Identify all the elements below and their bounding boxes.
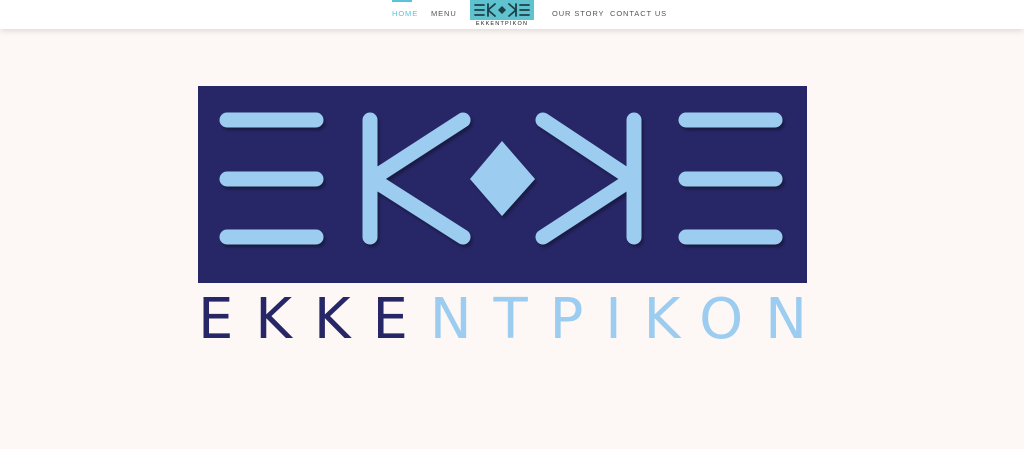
wordmark-dark-part: EKKE [198,294,408,344]
nav-link-menu[interactable]: MENU [431,9,457,18]
nav-logo-wordmark: EKKENTPIKON [475,21,529,27]
nav-link-our-story[interactable]: OUR STORY [552,9,604,18]
nav-link-contact-us[interactable]: CONTACT US [610,9,667,18]
wordmark-light-part: NTPIKON [430,294,807,344]
active-nav-indicator [392,0,412,2]
top-navigation-bar: HOME MENU EKKENTPIKON OUR STORY CONTACT … [0,0,1024,29]
hero-logo: EKKE NTPIKON [198,86,807,346]
ekkentrikon-logo-mark [198,86,807,283]
hero-wordmark: EKKE NTPIKON [198,294,807,344]
ekkentrikon-logo-icon [470,0,534,20]
nav-home-logo[interactable]: EKKENTPIKON [469,0,535,29]
nav-link-home[interactable]: HOME [392,9,418,18]
svg-text:EKKENTPIKON: EKKE NTPIKON [198,294,807,344]
